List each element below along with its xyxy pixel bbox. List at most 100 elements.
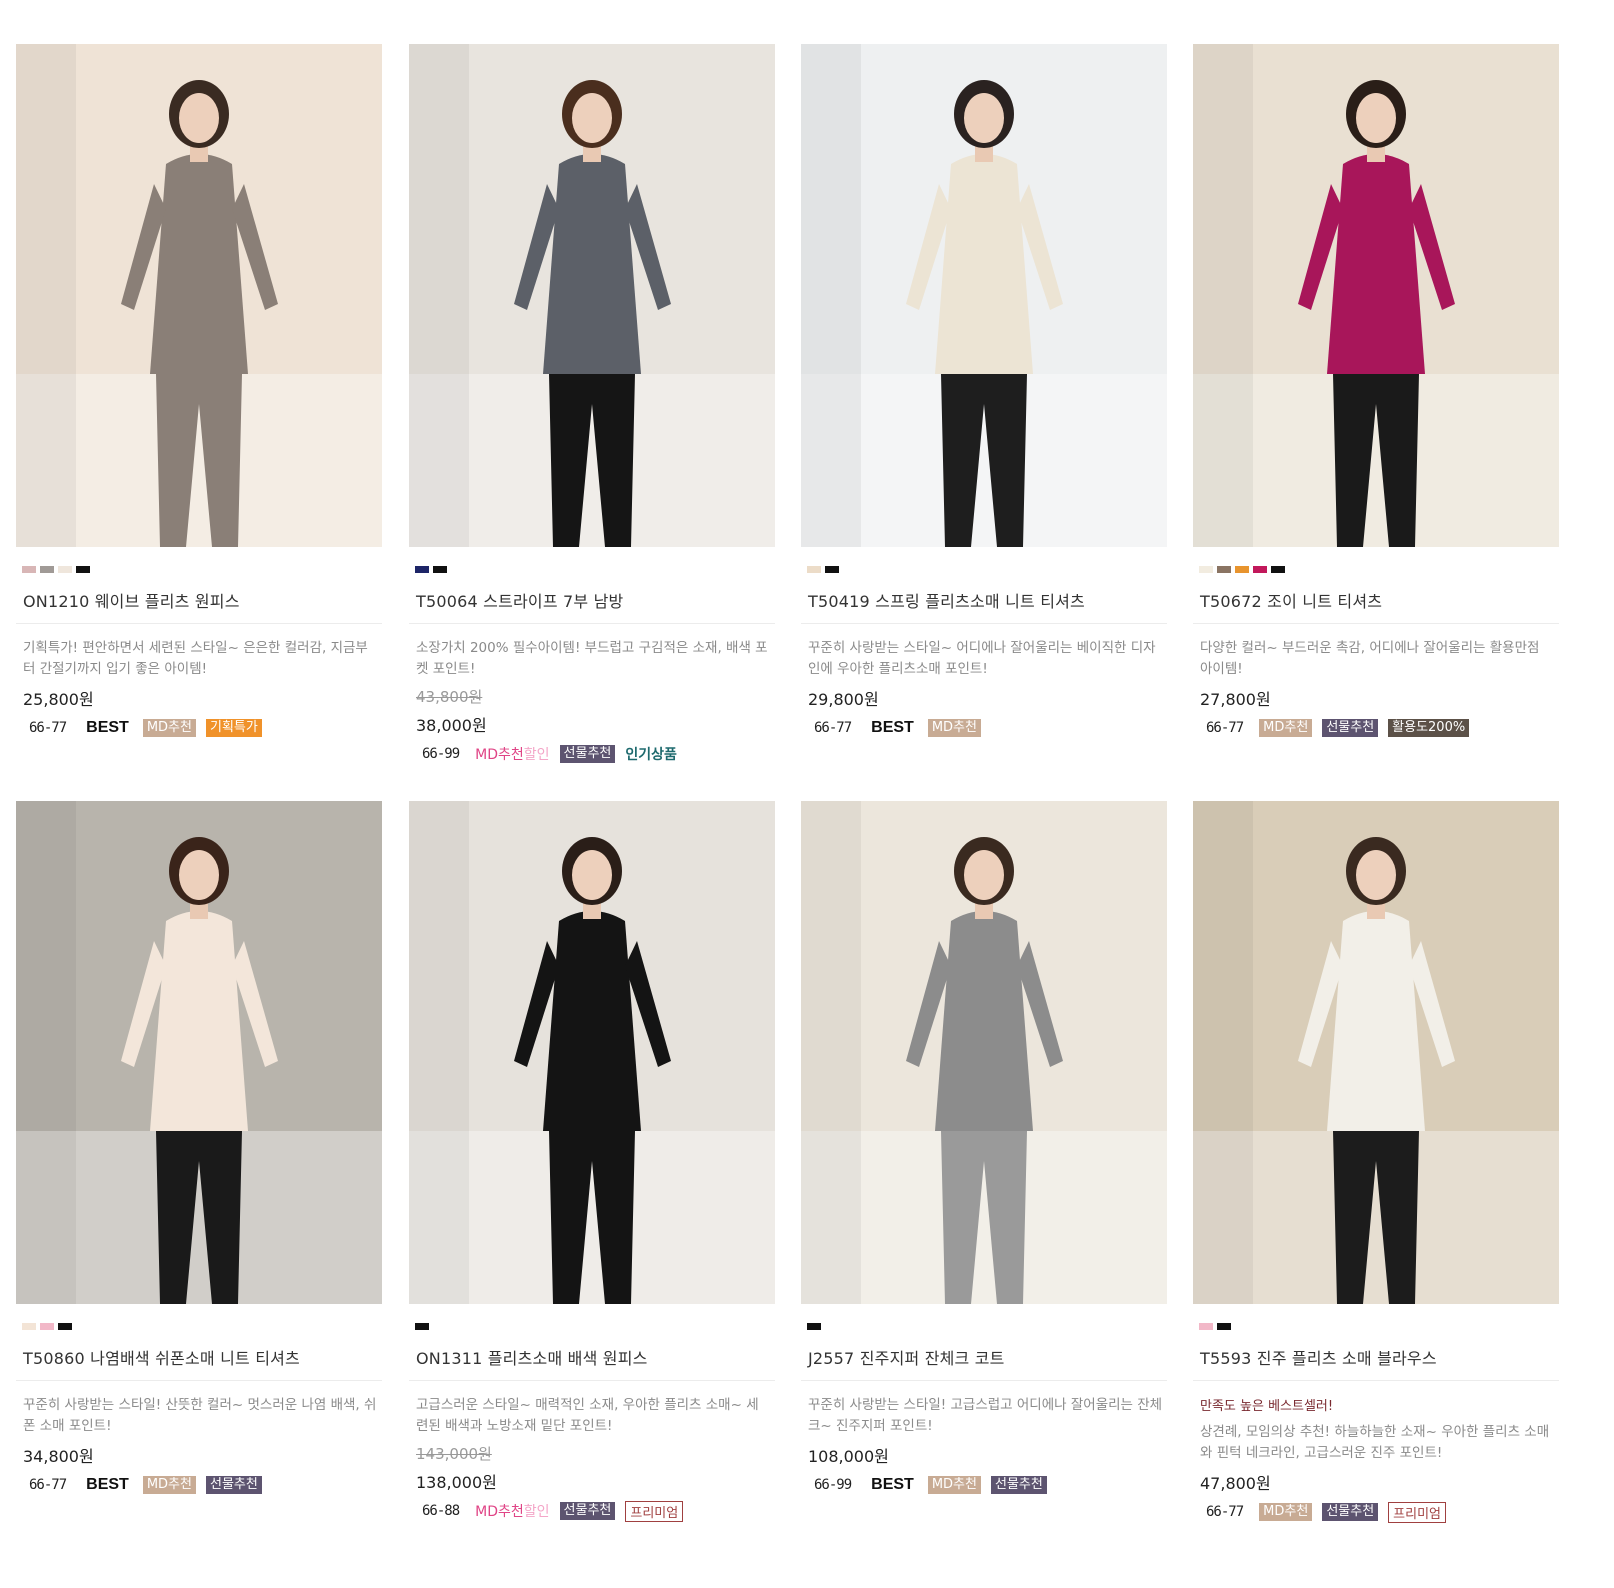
md-label: MD추천 bbox=[475, 1504, 524, 1520]
product-image[interactable] bbox=[409, 801, 775, 1304]
gift-pick-badge: 선물추천 bbox=[559, 1502, 616, 1520]
size-range: 66-77 bbox=[1206, 1504, 1244, 1520]
color-swatch[interactable] bbox=[433, 566, 447, 573]
gift-pick-badge: 선물추천 bbox=[1322, 1503, 1379, 1521]
color-swatches bbox=[415, 1323, 775, 1330]
gift-pick-badge: 선물추천 bbox=[559, 745, 616, 763]
product-image[interactable] bbox=[1193, 801, 1559, 1304]
premium-badge: 프리미엄 bbox=[1388, 1501, 1446, 1523]
color-swatch[interactable] bbox=[58, 1323, 72, 1330]
product-title[interactable]: ON1311 플리츠소매 배색 원피스 bbox=[416, 1345, 775, 1368]
product-grid: ON1210 웨이브 플리츠 원피스기획특가! 편안하면서 세련된 스타일~ 은… bbox=[0, 0, 1614, 1588]
color-swatch[interactable] bbox=[1217, 566, 1231, 573]
md-label: MD추천 bbox=[475, 747, 524, 763]
product-card[interactable]: J2557 진주지퍼 잔체크 코트 꾸준히 사랑받는 스타일! 고급스럽고 어디에… bbox=[801, 801, 1167, 1496]
product-title[interactable]: T50860 나염배색 쉬폰소매 니트 티셔츠 bbox=[23, 1345, 382, 1368]
color-swatch[interactable] bbox=[807, 1323, 821, 1330]
color-swatch[interactable] bbox=[1199, 566, 1213, 573]
product-price: 47,800원 bbox=[1200, 1474, 1271, 1493]
product-card[interactable]: ON1311 플리츠소매 배색 원피스고급스러운 스타일~ 매력적인 소재, 우… bbox=[409, 801, 775, 1522]
product-description: 고급스러운 스타일~ 매력적인 소재, 우아한 플리츠 소매~ 세련된 배색과 … bbox=[416, 1397, 759, 1434]
color-swatch[interactable] bbox=[415, 1323, 429, 1330]
sale-label: 할인 bbox=[523, 747, 550, 763]
color-swatch[interactable] bbox=[415, 566, 429, 573]
color-swatch[interactable] bbox=[22, 1323, 36, 1330]
product-card[interactable]: T50672 조이 니트 티셔츠다양한 컬러~ 부드러운 촉감, 어디에나 잘어… bbox=[1193, 44, 1559, 739]
product-card[interactable]: T5593 진주 플리츠 소매 블라우스 만족도 높은 베스트셀러! 상견례, 모임… bbox=[1193, 801, 1559, 1523]
color-swatches bbox=[22, 1323, 382, 1330]
product-image[interactable] bbox=[801, 44, 1167, 547]
product-photo bbox=[409, 44, 775, 547]
product-image[interactable] bbox=[16, 44, 382, 547]
size-range: 66-77 bbox=[814, 720, 852, 736]
size-range: 66-99 bbox=[422, 746, 460, 762]
product-card[interactable]: T50064 스트라이프 7부 남방 소장가치 200% 필수아이템! 부드럽고 … bbox=[409, 44, 775, 765]
product-title[interactable]: ON1210 웨이브 플리츠 원피스 bbox=[23, 588, 382, 611]
badge-row: 66-99 MD추천할인 선물추천 인기상품 bbox=[416, 743, 775, 765]
divider bbox=[16, 623, 382, 624]
product-card[interactable]: T50419 스프링 플리츠소매 니트 티셔츠꾸준히 사랑받는 스타일~ 어디에… bbox=[801, 44, 1167, 739]
size-range: 66-99 bbox=[814, 1477, 852, 1493]
md-sale-badge: MD추천할인 bbox=[475, 1501, 549, 1521]
color-swatch[interactable] bbox=[1235, 566, 1249, 573]
product-title[interactable]: T50064 스트라이프 7부 남방 bbox=[416, 588, 775, 611]
best-badge: BEST bbox=[871, 719, 914, 736]
product-card[interactable]: T50860 나염배색 쉬폰소매 니트 티셔츠 꾸준히 사랑받는 스타일! 산뜻한… bbox=[16, 801, 382, 1496]
badge-row: 66-77 MD추천 선물추천 프리미엄 bbox=[1200, 1501, 1559, 1523]
md-pick-badge: MD추천 bbox=[142, 719, 196, 737]
product-image[interactable] bbox=[801, 801, 1167, 1304]
product-photo bbox=[16, 44, 382, 547]
color-swatch[interactable] bbox=[22, 566, 36, 573]
color-swatch[interactable] bbox=[1217, 1323, 1231, 1330]
size-range: 66-77 bbox=[29, 1477, 67, 1493]
color-swatch[interactable] bbox=[1271, 566, 1285, 573]
best-badge: BEST bbox=[86, 1476, 129, 1493]
md-pick-badge: MD추천 bbox=[142, 1476, 196, 1494]
color-swatch[interactable] bbox=[825, 566, 839, 573]
product-description: 기획특가! 편안하면서 세련된 스타일~ 은은한 컬러감, 지금부터 간절기까지… bbox=[23, 640, 368, 677]
color-swatch[interactable] bbox=[1199, 1323, 1213, 1330]
color-swatch[interactable] bbox=[40, 1323, 54, 1330]
color-swatch[interactable] bbox=[40, 566, 54, 573]
product-card[interactable]: ON1210 웨이브 플리츠 원피스기획특가! 편안하면서 세련된 스타일~ 은… bbox=[16, 44, 382, 739]
color-swatch[interactable] bbox=[58, 566, 72, 573]
product-photo bbox=[801, 801, 1167, 1304]
divider bbox=[801, 623, 1167, 624]
badge-row: 66-77 BEST MD추천 기획특가 bbox=[23, 717, 382, 739]
original-price: 143,000원 bbox=[416, 1445, 492, 1463]
product-image[interactable] bbox=[1193, 44, 1559, 547]
popular-badge: 인기상품 bbox=[625, 747, 677, 763]
badge-row: 66-99 BEST MD추천 선물추천 bbox=[808, 1474, 1167, 1496]
badge-row: 66-77 MD추천 선물추천 활용도200% bbox=[1200, 717, 1559, 739]
divider bbox=[1193, 1380, 1559, 1381]
product-price: 29,800원 bbox=[808, 690, 879, 709]
gift-pick-badge: 선물추천 bbox=[1322, 719, 1379, 737]
color-swatch[interactable] bbox=[1253, 566, 1267, 573]
badge-row: 66-77 BEST MD추천 선물추천 bbox=[23, 1474, 382, 1496]
product-image[interactable] bbox=[409, 44, 775, 547]
md-sale-badge: MD추천할인 bbox=[475, 744, 549, 764]
product-price: 27,800원 bbox=[1200, 690, 1271, 709]
divider bbox=[801, 1380, 1167, 1381]
gift-pick-badge: 선물추천 bbox=[205, 1476, 262, 1494]
product-title[interactable]: J2557 진주지퍼 잔체크 코트 bbox=[808, 1345, 1167, 1368]
product-description: 꾸준히 사랑받는 스타일~ 어디에나 잘어울리는 베이직한 디자인에 우아한 플… bbox=[808, 640, 1156, 677]
product-photo bbox=[1193, 801, 1559, 1304]
color-swatch[interactable] bbox=[807, 566, 821, 573]
premium-badge: 프리미엄 bbox=[625, 1500, 684, 1522]
size-range: 66-77 bbox=[29, 720, 67, 736]
product-title[interactable]: T50672 조이 니트 티셔츠 bbox=[1200, 588, 1559, 611]
product-price: 25,800원 bbox=[23, 690, 94, 709]
product-image[interactable] bbox=[16, 801, 382, 1304]
product-title[interactable]: T5593 진주 플리츠 소매 블라우스 bbox=[1200, 1345, 1559, 1368]
product-photo bbox=[409, 801, 775, 1304]
product-tagline: 만족도 높은 베스트셀러! bbox=[1200, 1399, 1334, 1414]
color-swatch[interactable] bbox=[76, 566, 90, 573]
product-title[interactable]: T50419 스프링 플리츠소매 니트 티셔츠 bbox=[808, 588, 1167, 611]
product-photo bbox=[16, 801, 382, 1304]
divider bbox=[409, 623, 775, 624]
divider bbox=[409, 1380, 775, 1381]
product-description: 다양한 컬러~ 부드러운 촉감, 어디에나 잘어울리는 활용만점 아이템! bbox=[1200, 640, 1540, 677]
product-photo bbox=[801, 44, 1167, 547]
divider bbox=[1193, 623, 1559, 624]
